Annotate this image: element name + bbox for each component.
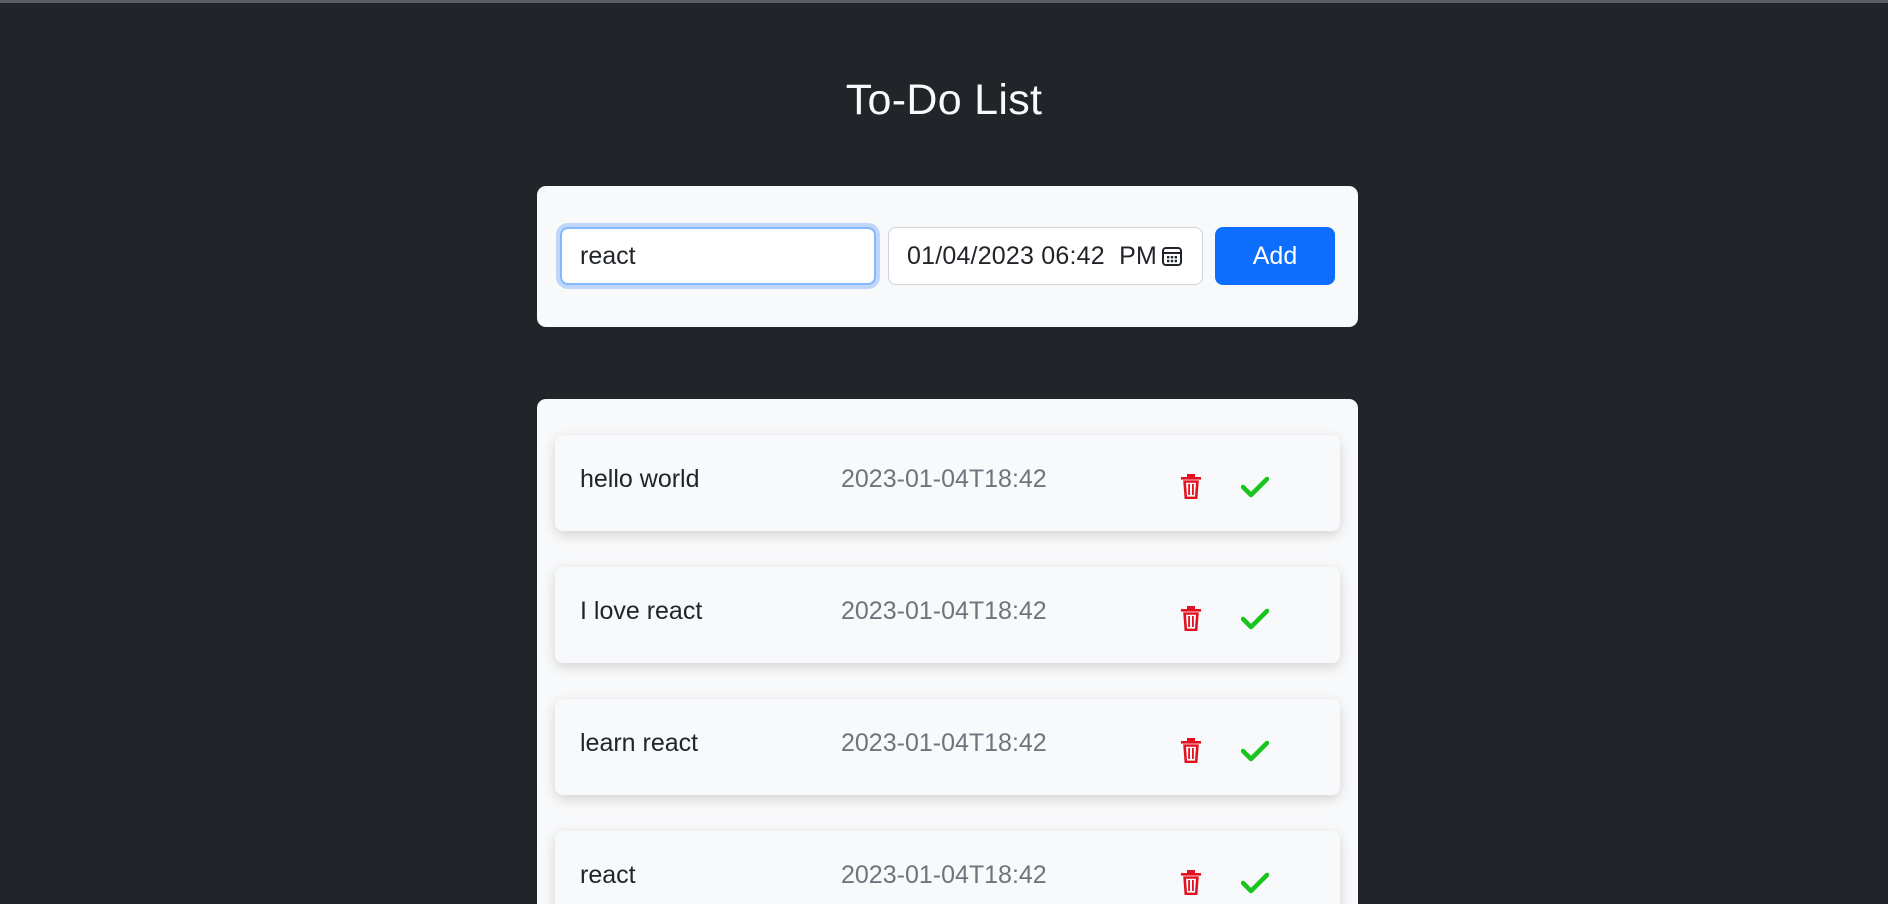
todo-date: 2023-01-04T18:42 (841, 729, 1047, 757)
todo-item: hello world 2023-01-04T18:42 (555, 435, 1340, 531)
todo-item: I love react 2023-01-04T18:42 (555, 567, 1340, 663)
page: To-Do List 01/04/2023 06:42 PM Add hello… (0, 0, 1888, 904)
delete-button[interactable] (1176, 735, 1206, 767)
todo-text: learn react (580, 729, 699, 757)
todo-text: react (580, 861, 636, 889)
complete-button[interactable] (1239, 735, 1271, 767)
delete-button[interactable] (1176, 471, 1206, 503)
complete-button[interactable] (1239, 471, 1271, 503)
trash-icon (1181, 738, 1201, 763)
trash-icon (1181, 606, 1201, 631)
datetime-input[interactable]: 01/04/2023 06:42 PM (888, 227, 1203, 285)
add-todo-form: 01/04/2023 06:42 PM Add (537, 186, 1358, 327)
todo-date: 2023-01-04T18:42 (841, 465, 1047, 493)
complete-button[interactable] (1239, 867, 1271, 899)
delete-button[interactable] (1176, 867, 1206, 899)
todo-text: I love react (580, 597, 703, 625)
add-button[interactable]: Add (1215, 227, 1335, 285)
check-icon (1241, 740, 1269, 762)
check-icon (1241, 476, 1269, 498)
task-input[interactable] (560, 227, 876, 285)
complete-button[interactable] (1239, 603, 1271, 635)
trash-icon (1181, 474, 1201, 499)
window-top-border (0, 0, 1888, 3)
check-icon (1241, 872, 1269, 894)
page-title: To-Do List (845, 76, 1043, 124)
check-icon (1241, 608, 1269, 630)
todo-item: learn react 2023-01-04T18:42 (555, 699, 1340, 795)
todo-item: react 2023-01-04T18:42 (555, 831, 1340, 904)
trash-icon (1181, 870, 1201, 895)
datetime-value: 01/04/2023 06:42 PM (907, 241, 1158, 270)
todo-date: 2023-01-04T18:42 (841, 597, 1047, 625)
todo-date: 2023-01-04T18:42 (841, 861, 1047, 889)
delete-button[interactable] (1176, 603, 1206, 635)
calendar-icon[interactable] (1160, 244, 1184, 268)
todo-text: hello world (580, 465, 700, 493)
todo-list: hello world 2023-01-04T18:42 I love reac… (537, 399, 1358, 904)
